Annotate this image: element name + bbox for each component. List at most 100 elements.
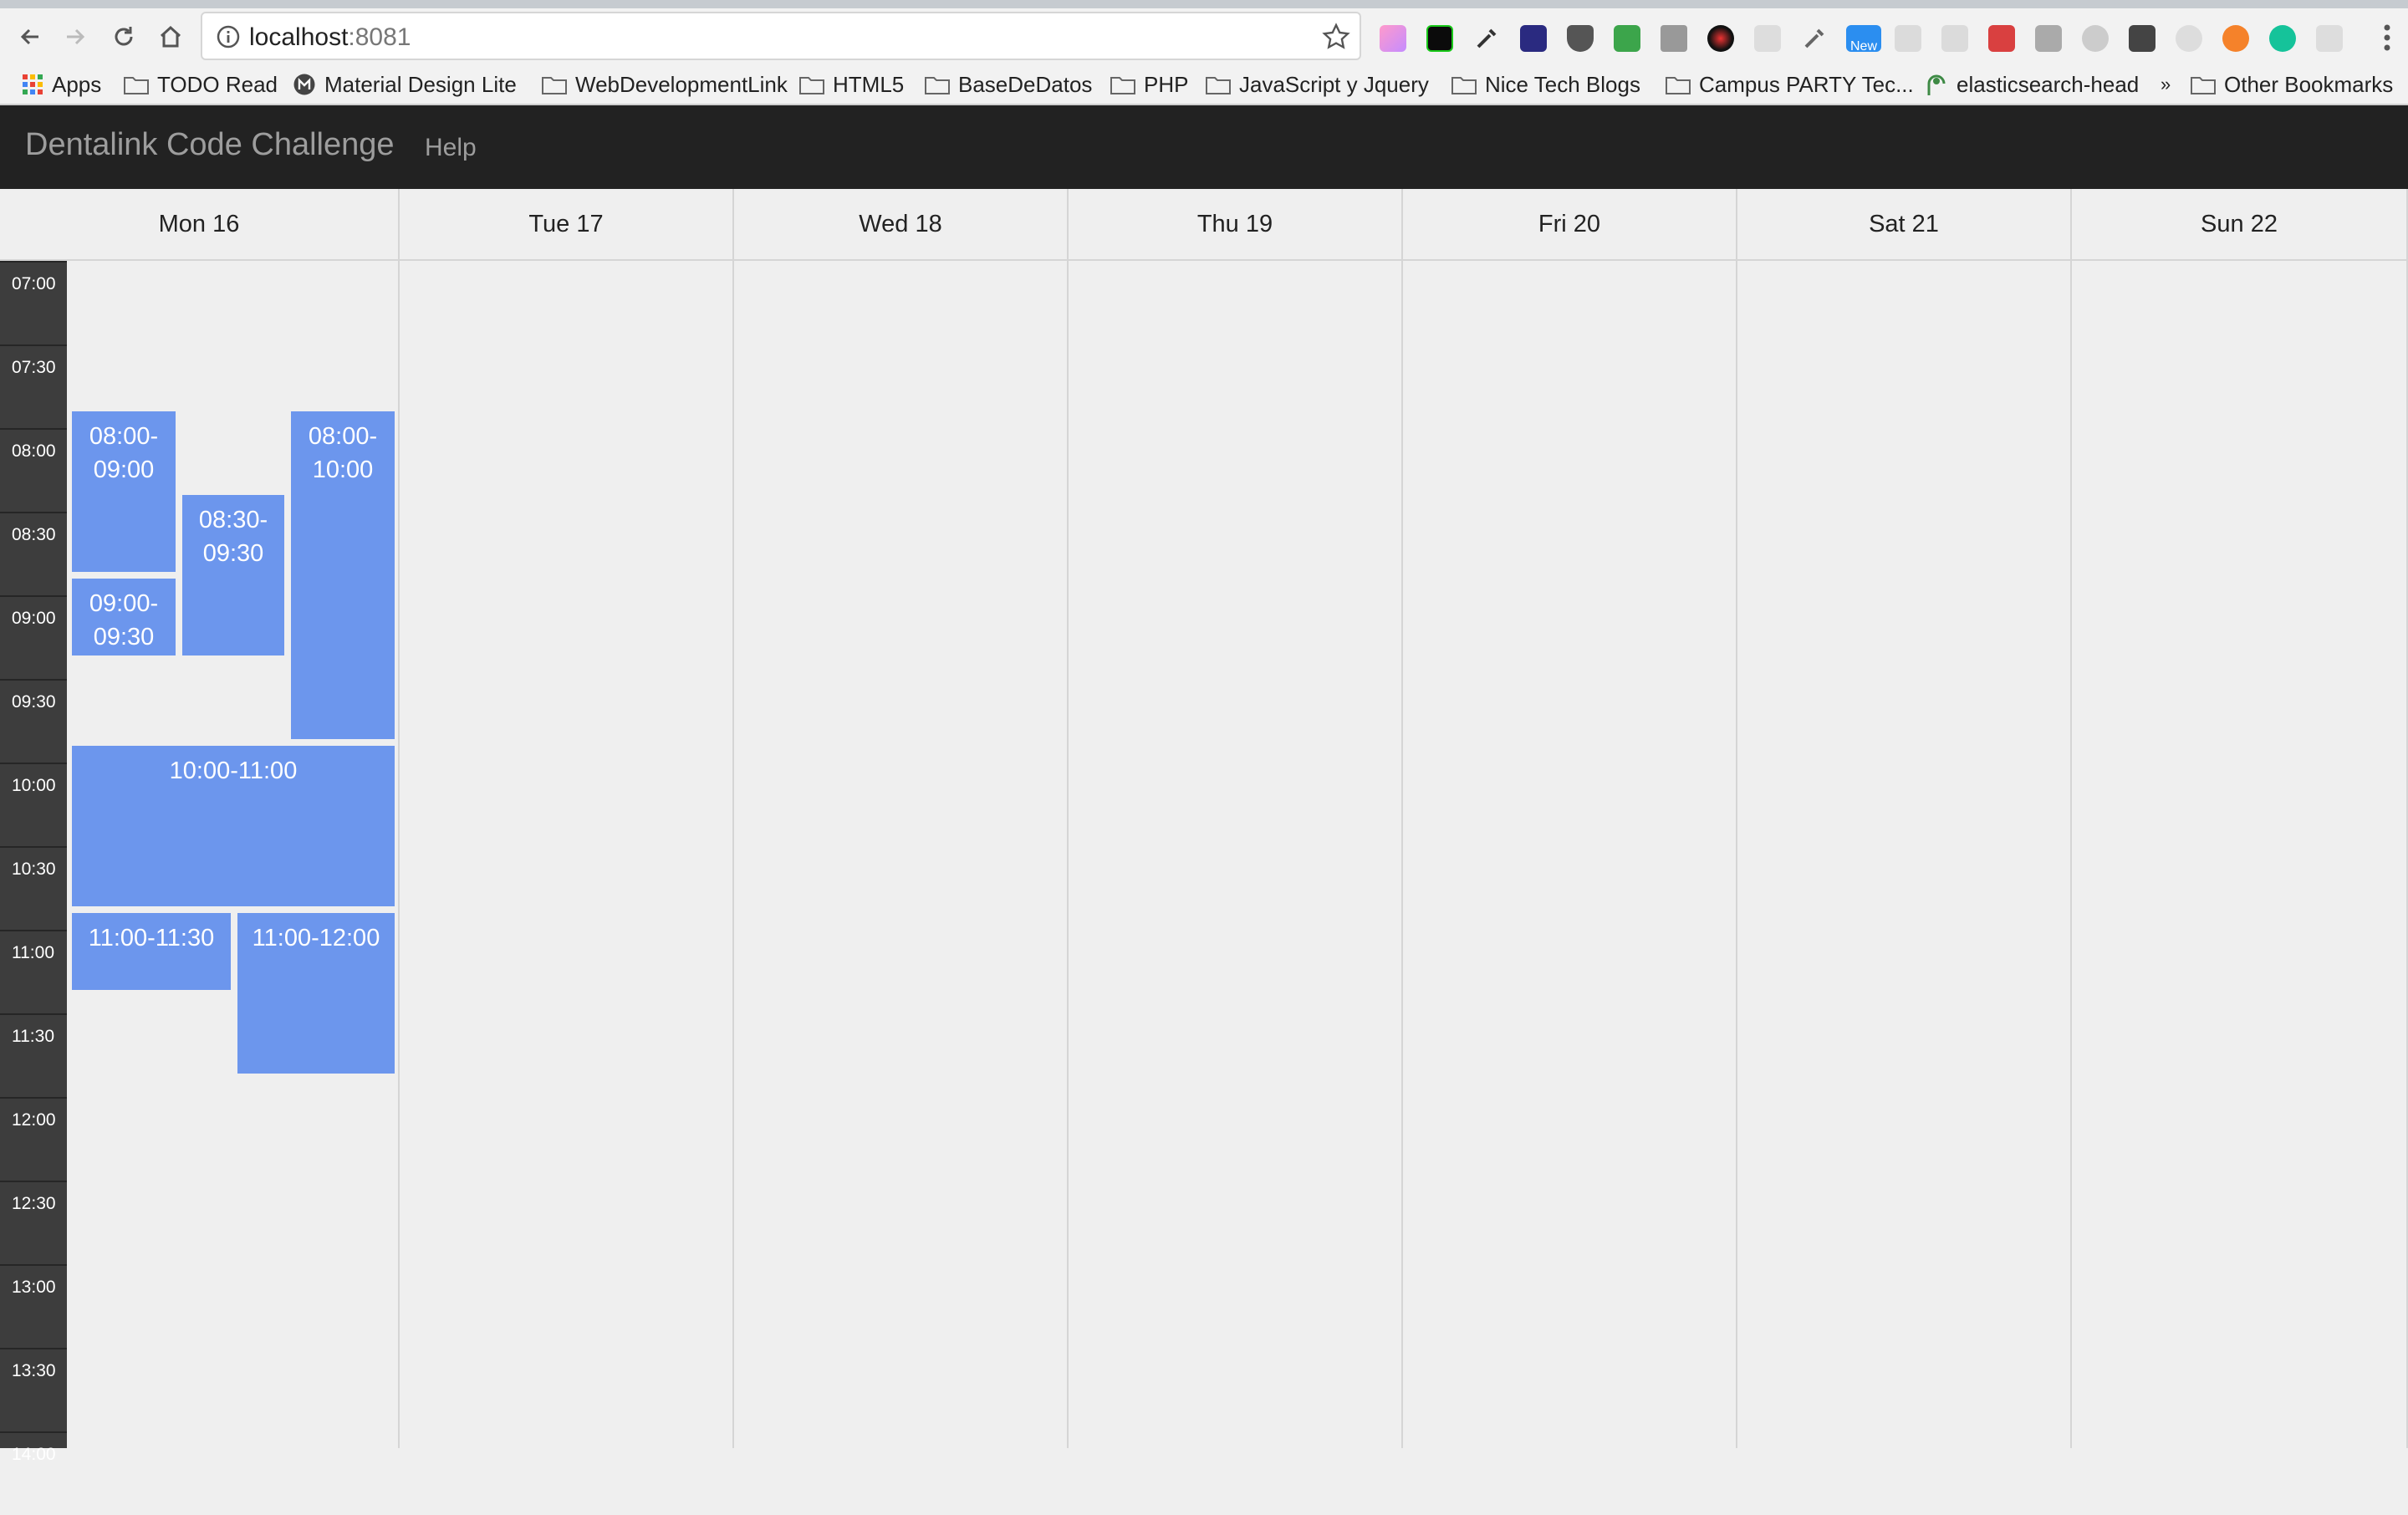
bookmark-todo-read[interactable]: TODO Read (124, 65, 278, 104)
time-slot-label: 10:30 (0, 846, 67, 930)
app-brand[interactable]: Dentalink Code Challenge (25, 127, 395, 163)
browser-menu-icon[interactable] (2383, 23, 2391, 56)
new-badge: New (1849, 39, 1877, 54)
folder-icon (2191, 77, 2216, 94)
extension-faded-icon[interactable] (2176, 25, 2202, 52)
bookmark-label: elasticsearch-head (1956, 71, 2140, 97)
bookmark-campus-party[interactable]: Campus PARTY Tec... (1666, 65, 1914, 104)
gear-icon[interactable] (2082, 25, 2109, 52)
extension-refresh-icon[interactable] (1614, 25, 1640, 52)
time-slot-label: 09:00 (0, 595, 67, 679)
bookmark-nice-tech-blogs[interactable]: Nice Tech Blogs (1451, 65, 1640, 104)
folder-icon (1666, 77, 1691, 94)
bookmark-label: BaseDeDatos (958, 71, 1093, 97)
day-column-sat[interactable] (1737, 261, 2072, 1448)
time-slot-label: 07:00 (0, 261, 67, 344)
folder-icon (1206, 77, 1231, 94)
extension-speed-icon[interactable] (1520, 25, 1547, 52)
bookmark-label: Other Bookmarks (2224, 71, 2394, 97)
bookmark-label: TODO Read (157, 71, 278, 97)
home-icon (160, 25, 181, 48)
folder-icon (542, 77, 567, 94)
bookmark-overflow-label: » (2161, 74, 2171, 94)
grammarly-icon[interactable] (2269, 25, 2296, 52)
appointment-block[interactable]: 08:00- 10:00 (291, 411, 395, 739)
day-column-sun[interactable] (2072, 261, 2408, 1448)
bookmark-label: Material Design Lite (324, 71, 517, 97)
time-slot-label: 13:00 (0, 1264, 67, 1348)
extension-new-icon[interactable]: New (1846, 25, 1881, 54)
day-header-mon: Mon 16 (0, 189, 400, 261)
day-header-fri: Fri 20 (1403, 189, 1737, 261)
bookmark-other-bookmarks[interactable]: Other Bookmarks (2191, 65, 2393, 104)
forward-button[interactable] (57, 18, 94, 55)
time-slot-label: 11:00 (0, 930, 67, 1013)
bookmark-label: PHP (1144, 71, 1189, 97)
eyedropper-icon[interactable] (1473, 25, 1500, 52)
time-slot-label: 12:30 (0, 1181, 67, 1264)
bookmark-elasticsearch-head[interactable]: elasticsearch-head (1925, 65, 2139, 104)
pocket-icon[interactable] (1567, 25, 1594, 52)
folder-icon (1110, 77, 1135, 94)
folder-icon (925, 77, 950, 94)
url-text: localhost:8081 (249, 23, 411, 52)
appointment-block[interactable]: 09:00- 09:30 (72, 579, 176, 655)
film-icon[interactable] (2129, 25, 2155, 52)
bookmark-material-design-lite[interactable]: Material Design Lite (293, 65, 517, 104)
reload-icon (115, 27, 133, 46)
home-button[interactable] (152, 18, 189, 55)
camera-icon[interactable] (1661, 25, 1687, 52)
help-link[interactable]: Help (425, 134, 477, 162)
bookmarks-bar: Apps TODO Read Material Design Lite WebD… (0, 65, 2408, 105)
info-icon[interactable] (216, 24, 241, 49)
app-navbar: Dentalink Code Challenge Help (0, 105, 2408, 189)
extension-color-icon[interactable] (1380, 25, 1406, 52)
day-header-thu: Thu 19 (1069, 189, 1403, 261)
extension-ghost-icon[interactable] (1895, 25, 1921, 52)
folder-icon (799, 77, 824, 94)
extension-jq-icon[interactable] (1426, 25, 1453, 52)
day-header-tue: Tue 17 (400, 189, 734, 261)
bookmark-label: Apps (52, 71, 102, 97)
apps-grid-icon (23, 74, 43, 94)
extension-red-icon[interactable] (1988, 25, 2015, 52)
picker-icon[interactable] (1801, 25, 1828, 52)
back-button[interactable] (12, 18, 48, 55)
bookmark-html5[interactable]: HTML5 (799, 65, 904, 104)
time-column: 07:00 07:30 08:00 08:30 09:00 09:30 10:0… (0, 261, 67, 1464)
url-port: :8081 (348, 23, 411, 51)
appointment-block[interactable]: 11:00-11:30 (72, 913, 231, 990)
bookmarks-overflow-chevron[interactable]: » (2161, 65, 2171, 104)
extension-leaf-icon[interactable] (1941, 25, 1968, 52)
bookmark-label: Nice Tech Blogs (1485, 71, 1640, 97)
bookmark-php[interactable]: PHP (1110, 65, 1188, 104)
bookmark-apps[interactable]: Apps (22, 65, 101, 104)
reload-button[interactable] (105, 18, 142, 55)
extension-circle-icon[interactable] (1707, 25, 1734, 52)
folder-icon (124, 77, 149, 94)
bookmark-label: HTML5 (833, 71, 905, 97)
extension-css-icon[interactable] (1754, 25, 1781, 52)
time-slot-label: 13:30 (0, 1348, 67, 1431)
extension-orange-icon[interactable] (2222, 25, 2249, 52)
day-column-thu[interactable] (1069, 261, 1403, 1448)
time-slot-label: 11:30 (0, 1013, 67, 1097)
address-bar[interactable]: localhost:8081 (201, 12, 1361, 60)
bookmark-javascript-jquery[interactable]: JavaScript y Jquery (1206, 65, 1429, 104)
appointment-block[interactable]: 08:00- 09:00 (72, 411, 176, 572)
bookmark-label: JavaScript y Jquery (1239, 71, 1429, 97)
bookmark-star-icon[interactable] (1321, 22, 1351, 52)
appointment-block[interactable]: 11:00-12:00 (237, 913, 395, 1074)
time-slot-label: 08:30 (0, 512, 67, 595)
day-header-wed: Wed 18 (734, 189, 1069, 261)
bookmark-webdevelopmentlink[interactable]: WebDevelopmentLink (542, 65, 788, 104)
day-column-fri[interactable] (1403, 261, 1737, 1448)
appointment-block[interactable]: 10:00-11:00 (72, 746, 395, 906)
day-column-tue[interactable] (400, 261, 734, 1448)
bookmark-basededatos[interactable]: BaseDeDatos (925, 65, 1092, 104)
extension-shield-icon[interactable] (2035, 25, 2062, 52)
url-host: localhost (249, 23, 349, 51)
extension-cast-icon[interactable] (2316, 25, 2343, 52)
appointment-block[interactable]: 08:30- 09:30 (182, 495, 284, 655)
day-column-wed[interactable] (734, 261, 1069, 1448)
